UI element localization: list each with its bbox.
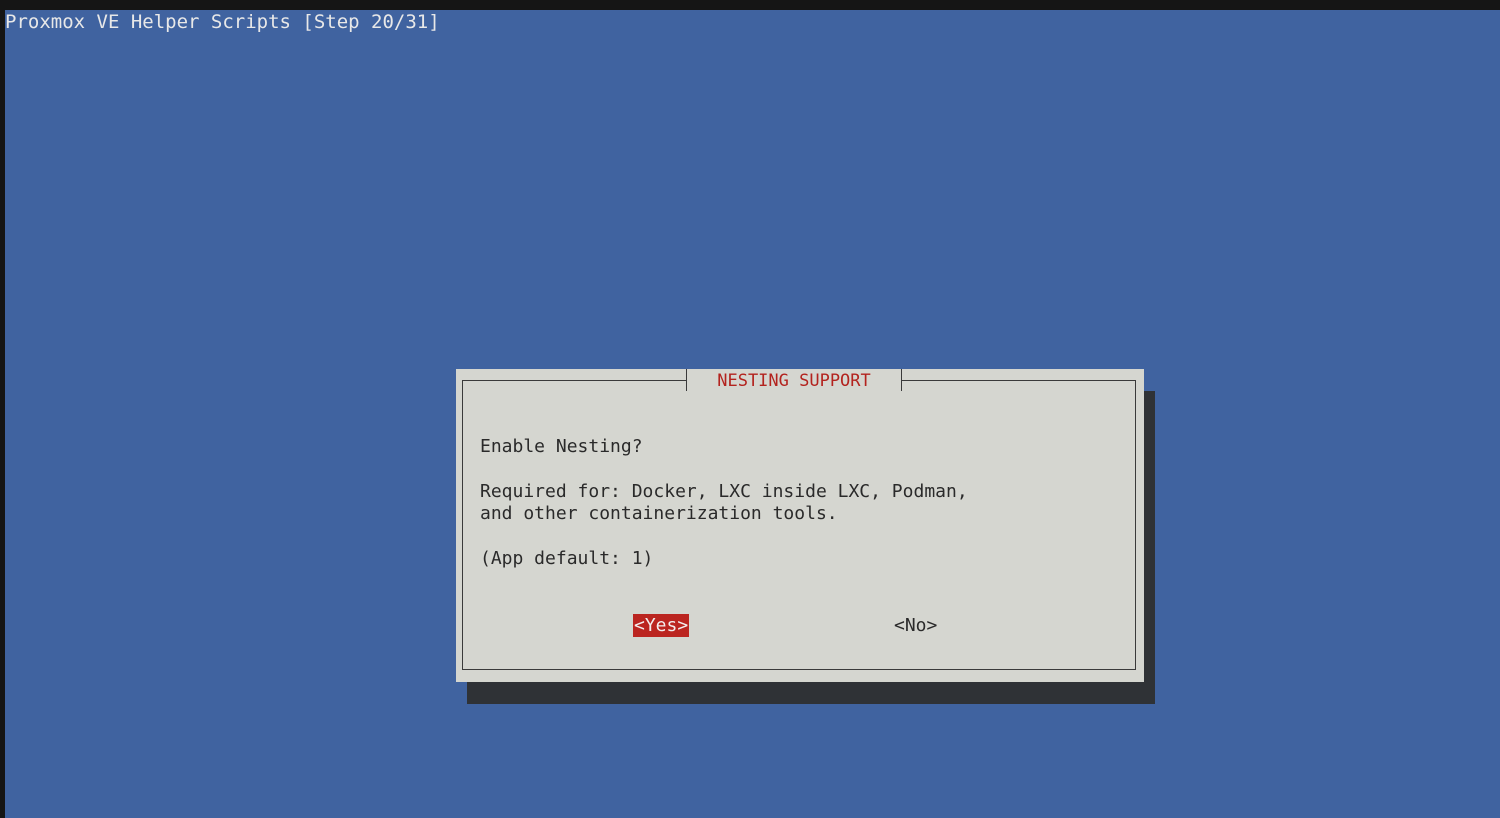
no-button[interactable]: <No>	[894, 614, 937, 637]
dialog-title: NESTING SUPPORT	[717, 371, 871, 391]
terminal-window: Proxmox VE Helper Scripts [Step 20/31] N…	[0, 0, 1500, 818]
app-default-text: (App default: 1)	[480, 548, 654, 569]
nesting-support-dialog: NESTING SUPPORT Enable Nesting? Required…	[456, 369, 1144, 682]
description-line-1: Required for: Docker, LXC inside LXC, Po…	[480, 481, 968, 502]
backtitle: Proxmox VE Helper Scripts [Step 20/31]	[5, 11, 440, 33]
yes-button[interactable]: <Yes>	[633, 614, 690, 637]
terminal-screen: Proxmox VE Helper Scripts [Step 20/31] N…	[5, 10, 1500, 818]
description-line-2: and other containerization tools.	[480, 503, 838, 524]
dialog-border	[462, 380, 1136, 670]
dialog-title-box: NESTING SUPPORT	[686, 369, 902, 391]
question-text: Enable Nesting?	[480, 436, 643, 457]
